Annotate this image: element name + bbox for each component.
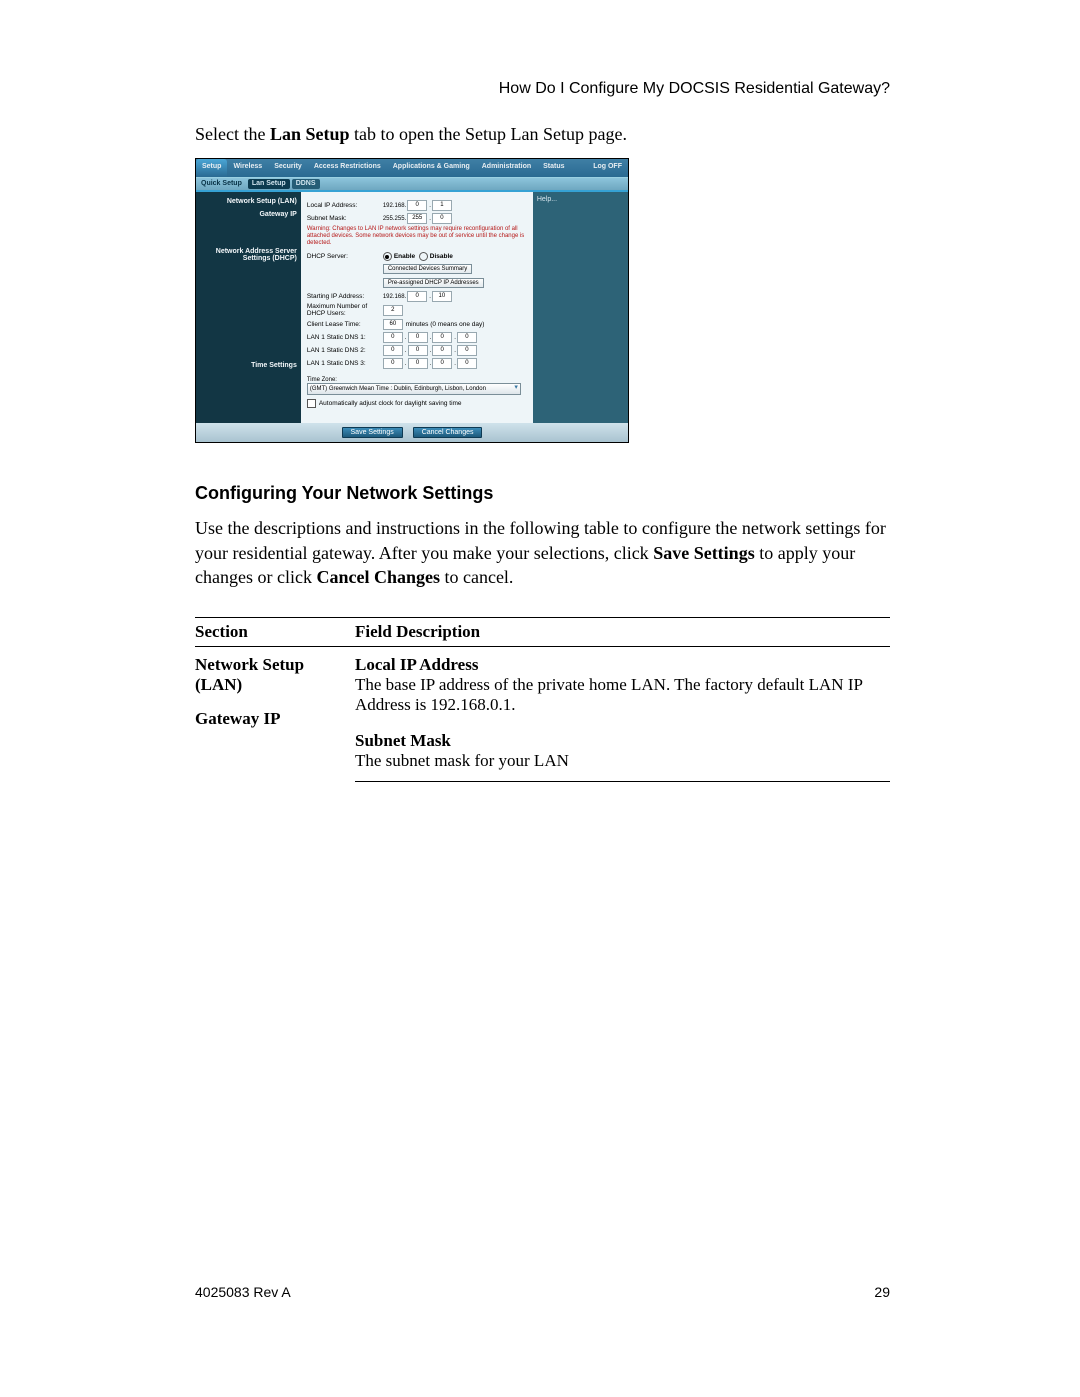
- tab-logoff[interactable]: Log OFF: [587, 159, 628, 177]
- dns3-o3[interactable]: 0: [432, 358, 452, 369]
- th-section: Section: [195, 618, 355, 647]
- help-link[interactable]: Help...: [537, 196, 624, 203]
- tab-wireless[interactable]: Wireless: [227, 159, 268, 177]
- tab-admin[interactable]: Administration: [476, 159, 537, 177]
- tab-status[interactable]: Status: [537, 159, 570, 177]
- td-subnet: Subnet Mask The subnet mask for your LAN: [355, 723, 890, 782]
- dns1-o4[interactable]: 0: [457, 332, 477, 343]
- footer-right: 29: [874, 1284, 890, 1300]
- th-field-desc: Field Description: [355, 618, 890, 647]
- td-local-ip: Local IP Address The base IP address of …: [355, 647, 890, 724]
- dns1-o3[interactable]: 0: [432, 332, 452, 343]
- page-header: How Do I Configure My DOCSIS Residential…: [195, 80, 890, 98]
- radio-enable[interactable]: [383, 252, 392, 261]
- td-section: Network Setup (LAN) Gateway IP: [195, 647, 355, 782]
- dns2-o4[interactable]: 0: [457, 345, 477, 356]
- subtab-ddns[interactable]: DDNS: [292, 179, 320, 189]
- tab-access[interactable]: Access Restrictions: [308, 159, 387, 177]
- intro-text: Select the Lan Setup tab to open the Set…: [195, 123, 890, 146]
- main-tabs: Setup Wireless Security Access Restricti…: [196, 159, 628, 177]
- lbl-start-ip: Starting IP Address:: [307, 293, 383, 300]
- section-heading: Configuring Your Network Settings: [195, 483, 890, 504]
- max-users[interactable]: 2: [383, 305, 403, 316]
- start-ip-o3[interactable]: 0: [407, 291, 427, 302]
- lbl-max-users: Maximum Number of DHCP Users:: [307, 304, 383, 317]
- lbl-dst: Automatically adjust clock for daylight …: [319, 400, 462, 407]
- footer-left: 4025083 Rev A: [195, 1284, 291, 1300]
- dns2-o2[interactable]: 0: [408, 345, 428, 356]
- lbl-network-setup: Network Setup (LAN): [200, 198, 297, 205]
- local-ip-o3[interactable]: 0: [407, 200, 427, 211]
- dst-checkbox[interactable]: [307, 399, 316, 408]
- subnet-o3[interactable]: 255: [407, 213, 427, 224]
- warning-text: Warning: Changes to LAN IP network setti…: [307, 226, 527, 246]
- lbl-dns3: LAN 1 Static DNS 3:: [307, 360, 383, 367]
- page-footer: 4025083 Rev A 29: [195, 1284, 890, 1300]
- btn-preassigned-dhcp[interactable]: Pre-assigned DHCP IP Addresses: [383, 278, 484, 288]
- lan-setup-screenshot: Setup Wireless Security Access Restricti…: [195, 158, 629, 443]
- local-ip-o4[interactable]: 1: [432, 200, 452, 211]
- field-description-table: Section Field Description Network Setup …: [195, 617, 890, 782]
- lbl-gateway-ip: Gateway IP: [200, 211, 297, 218]
- lbl-dhcp: Network Address Server Settings (DHCP): [200, 248, 297, 262]
- lease-time[interactable]: 60: [383, 319, 403, 330]
- dns3-o2[interactable]: 0: [408, 358, 428, 369]
- lbl-dns2: LAN 1 Static DNS 2:: [307, 347, 383, 354]
- lbl-lease: Client Lease Time:: [307, 321, 383, 328]
- tab-setup[interactable]: Setup: [196, 159, 227, 177]
- subtab-quick[interactable]: Quick Setup: [196, 178, 247, 190]
- lbl-dhcp-server: DHCP Server:: [307, 253, 383, 260]
- lbl-local-ip: Local IP Address:: [307, 202, 383, 209]
- lbl-time: Time Settings: [200, 362, 297, 369]
- subnet-o4[interactable]: 0: [432, 213, 452, 224]
- btn-connected-devices[interactable]: Connected Devices Summary: [383, 264, 472, 274]
- sub-tabs: Quick Setup Lan Setup DDNS: [196, 177, 628, 190]
- timezone-select[interactable]: (GMT) Greenwich Mean Time : Dublin, Edin…: [307, 383, 521, 395]
- section-paragraph: Use the descriptions and instructions in…: [195, 516, 890, 589]
- lbl-dns1: LAN 1 Static DNS 1:: [307, 334, 383, 341]
- lbl-subnet: Subnet Mask:: [307, 215, 383, 222]
- cancel-button[interactable]: Cancel Changes: [413, 427, 483, 438]
- dns1-o2[interactable]: 0: [408, 332, 428, 343]
- subtab-lan[interactable]: Lan Setup: [248, 179, 290, 189]
- dns2-o3[interactable]: 0: [432, 345, 452, 356]
- tab-security[interactable]: Security: [268, 159, 308, 177]
- save-button[interactable]: Save Settings: [342, 427, 403, 438]
- tab-apps[interactable]: Applications & Gaming: [387, 159, 476, 177]
- radio-disable[interactable]: [419, 252, 428, 261]
- dns3-o4[interactable]: 0: [457, 358, 477, 369]
- dns3-o1[interactable]: 0: [383, 358, 403, 369]
- dns2-o1[interactable]: 0: [383, 345, 403, 356]
- start-ip-o4[interactable]: 10: [432, 291, 452, 302]
- dns1-o1[interactable]: 0: [383, 332, 403, 343]
